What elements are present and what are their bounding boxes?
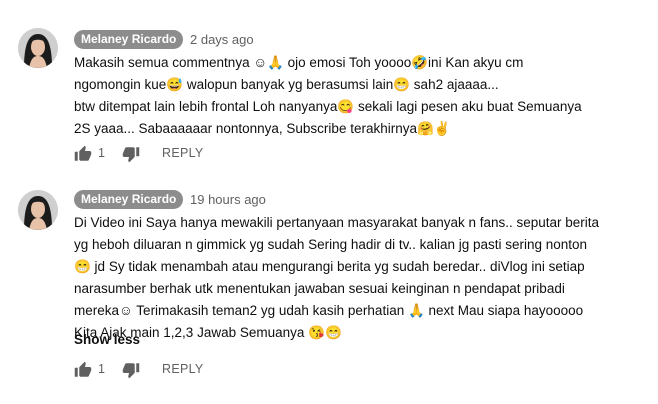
comment-line: narasumber berhak utk menentukan jawaban… — [74, 281, 565, 296]
comment-line: Makasih semua commentnya ☺🙏 ojo emosi To… — [74, 55, 524, 70]
like-count: 1 — [98, 146, 105, 160]
like-count: 1 — [98, 362, 105, 376]
avatar[interactable] — [18, 190, 58, 230]
comment-line: 😁 jd Sy tidak menambah atau mengurangi b… — [74, 259, 585, 274]
author-name-badge[interactable]: Melaney Ricardo — [74, 30, 184, 49]
comment-line: ngomongin kue😅 walopun banyak yg berasum… — [74, 77, 499, 92]
avatar[interactable] — [18, 28, 58, 68]
comment-thread: Melaney Ricardo 2 days ago Makasih semua… — [0, 0, 658, 180]
comment-thread: Melaney Ricardo 19 hours ago Di Video in… — [0, 180, 658, 404]
comment-text: Di Video ini Saya hanya mewakili pertany… — [74, 212, 644, 344]
thumb-down-icon[interactable] — [122, 145, 140, 163]
thumb-up-icon[interactable] — [74, 145, 92, 163]
comment-text: Makasih semua commentnya ☺🙏 ojo emosi To… — [74, 52, 644, 140]
comment-timestamp[interactable]: 19 hours ago — [190, 192, 266, 207]
comment-line: mereka☺ Terimakasih teman2 yg udah kasih… — [74, 303, 584, 318]
comment-line: Di Video ini Saya hanya mewakili pertany… — [74, 215, 600, 230]
comment-timestamp[interactable]: 2 days ago — [190, 32, 254, 47]
comment-line: btw ditempat lain lebih frontal Loh nany… — [74, 99, 582, 114]
reply-button[interactable]: REPLY — [162, 146, 204, 160]
reply-button[interactable]: REPLY — [162, 362, 204, 376]
comment-line: yg heboh diluaran n gimmick yg sudah Ser… — [74, 237, 588, 252]
thumb-down-icon[interactable] — [122, 361, 140, 379]
comment-line: 2S yaaa... Sabaaaaaar nontonnya, Subscri… — [74, 121, 451, 136]
thumb-up-icon[interactable] — [74, 361, 92, 379]
comment-line: Kita Ajak main 1,2,3 Jawab Semuanya 😘😁 — [74, 325, 342, 340]
author-name-badge[interactable]: Melaney Ricardo — [74, 190, 184, 209]
show-less-link[interactable]: Show less — [74, 332, 140, 347]
